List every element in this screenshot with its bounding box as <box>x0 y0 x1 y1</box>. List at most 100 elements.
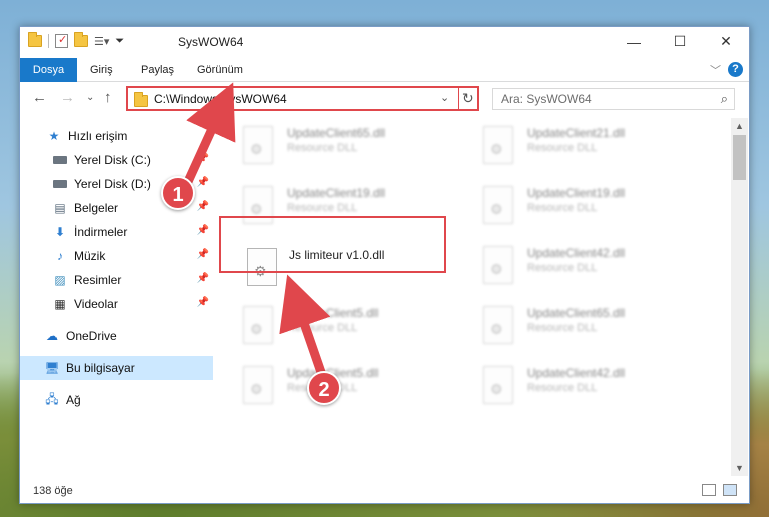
new-folder-icon[interactable] <box>74 32 88 47</box>
file-type: Resource DLL <box>527 382 598 394</box>
documents-icon: ▤ <box>54 201 66 215</box>
sidebar-item-label: Yerel Disk (C:) <box>74 153 151 167</box>
help-icon[interactable]: ? <box>728 62 743 77</box>
search-input[interactable]: Ara: SysWOW64 ⌕ <box>492 88 735 110</box>
star-icon: ★ <box>48 129 60 143</box>
dll-file-icon <box>243 126 273 164</box>
folder-icon[interactable] <box>28 32 42 47</box>
item-count: 138 öğe <box>33 485 73 497</box>
sidebar-item-pictures[interactable]: ▨ Resimler 📌 <box>20 268 213 292</box>
tab-view[interactable]: Görünüm <box>189 58 251 82</box>
file-tile[interactable]: UpdateClient19.dll Resource DLL <box>469 178 699 228</box>
pin-icon[interactable]: 📌 <box>197 273 209 284</box>
close-button[interactable]: ✕ <box>703 27 749 56</box>
file-tile[interactable]: UpdateClient21.dll Resource DLL <box>469 118 699 168</box>
chevron-down-icon[interactable]: ⌄ <box>440 91 449 104</box>
file-type: Resource DLL <box>527 262 598 274</box>
pin-icon[interactable]: 📌 <box>197 153 209 164</box>
properties-icon[interactable]: ✓ <box>55 34 68 48</box>
file-tile[interactable]: UpdateClient65.dll Resource DLL <box>229 118 459 168</box>
toolbar-divider <box>48 34 49 48</box>
file-name: UpdateClient42.dll <box>527 246 626 260</box>
pictures-icon: ▨ <box>54 273 66 287</box>
pin-icon[interactable]: 📌 <box>197 201 209 212</box>
address-bar[interactable]: C:\Windows\SysWOW64 ⌄ ↻ <box>126 86 479 111</box>
vertical-scrollbar[interactable]: ▲ ▼ <box>731 118 748 476</box>
sidebar-item-music[interactable]: ♪ Müzik 📌 <box>20 244 213 268</box>
file-name: Js limiteur v1.0.dll <box>289 248 385 262</box>
sidebar-item-label: Belgeler <box>74 201 119 215</box>
file-name: UpdateClient42.dll <box>527 366 626 380</box>
file-explorer-window: ✓ ☰▾ ⏷ SysWOW64 — ☐ ✕ Dosya Giriş Paylaş… <box>19 26 750 504</box>
file-tile[interactable]: UpdateClient5.dll Resource DLL <box>229 298 459 348</box>
sidebar-item-label: OneDrive <box>66 329 117 343</box>
file-tile[interactable]: UpdateClient5.dll Resource DLL <box>229 358 459 408</box>
file-tile[interactable]: UpdateClient42.dll Resource DLL <box>469 358 699 408</box>
sidebar-item-label: Müzik <box>74 249 106 263</box>
address-folder-icon <box>134 92 148 107</box>
back-arrow-icon[interactable]: ← <box>32 89 47 106</box>
search-icon[interactable]: ⌕ <box>721 91 728 107</box>
sidebar-item-label: İndirmeler <box>74 225 128 239</box>
quick-access-toolbar: ✓ ☰▾ ⏷ <box>28 32 124 48</box>
navigation-pane: ★ Hızlı erişim Yerel Disk (C:) 📌 Yerel D… <box>20 119 213 474</box>
file-tile[interactable]: UpdateClient42.dll Resource DLL <box>469 238 699 288</box>
file-name: UpdateClient5.dll <box>287 306 379 320</box>
file-tile-js-limiteur[interactable]: Js limiteur v1.0.dll <box>247 244 457 294</box>
dll-file-icon <box>243 366 273 404</box>
file-list: UpdateClient65.dll Resource DLL UpdateCl… <box>229 118 729 476</box>
sidebar-item-onedrive[interactable]: ☁ OneDrive <box>20 324 213 348</box>
expand-ribbon-icon[interactable]: ﹀ <box>710 62 721 78</box>
pin-icon[interactable]: 📌 <box>197 225 209 236</box>
network-icon: 🖧 <box>45 391 59 406</box>
title-bar: ✓ ☰▾ ⏷ SysWOW64 — ☐ ✕ <box>20 27 749 58</box>
sidebar-item-local-disk-c[interactable]: Yerel Disk (C:) 📌 <box>20 148 213 172</box>
computer-icon: 🖥 <box>44 361 60 375</box>
drive-icon <box>52 152 68 168</box>
music-icon: ♪ <box>57 249 63 263</box>
window-title: SysWOW64 <box>178 35 244 49</box>
videos-icon: ▦ <box>54 297 66 311</box>
tab-file[interactable]: Dosya <box>20 58 77 82</box>
sidebar-item-label: Yerel Disk (D:) <box>74 177 151 191</box>
dll-file-icon <box>243 186 273 224</box>
pin-icon[interactable]: 📌 <box>197 297 209 308</box>
sidebar-item-network[interactable]: 🖧 Ağ <box>20 388 213 412</box>
tab-home[interactable]: Giriş <box>82 58 121 82</box>
pin-icon[interactable]: 📌 <box>197 177 209 188</box>
refresh-icon[interactable]: ↻ <box>462 90 474 107</box>
dll-file-icon <box>483 246 513 284</box>
address-divider <box>458 88 459 109</box>
large-icons-view-icon[interactable] <box>723 484 737 496</box>
scrollbar-thumb[interactable] <box>733 135 746 180</box>
maximize-button[interactable]: ☐ <box>657 27 703 56</box>
scroll-down-icon[interactable]: ▼ <box>735 463 744 473</box>
dll-file-icon <box>243 306 273 344</box>
sidebar-item-quick-access[interactable]: ★ Hızlı erişim <box>20 124 213 148</box>
file-name: UpdateClient19.dll <box>287 186 386 200</box>
minimize-button[interactable]: — <box>611 27 657 56</box>
scroll-up-icon[interactable]: ▲ <box>735 121 744 131</box>
file-name: UpdateClient65.dll <box>527 306 626 320</box>
toolbar-dropdown-icon[interactable]: ⏷ <box>115 35 124 48</box>
tab-share[interactable]: Paylaş <box>133 58 182 82</box>
sidebar-item-videos[interactable]: ▦ Videolar 📌 <box>20 292 213 316</box>
sidebar-item-label: Hızlı erişim <box>68 129 128 143</box>
customize-toolbar-icon[interactable]: ☰▾ <box>94 35 109 48</box>
details-view-icon[interactable] <box>702 484 716 496</box>
address-path[interactable]: C:\Windows\SysWOW64 <box>154 92 287 106</box>
file-type: Resource DLL <box>527 142 598 154</box>
status-bar: 138 öğe <box>20 479 749 503</box>
recent-locations-icon[interactable]: ⌄ <box>86 92 94 103</box>
pin-icon[interactable]: 📌 <box>197 249 209 260</box>
file-tile[interactable]: UpdateClient65.dll Resource DLL <box>469 298 699 348</box>
sidebar-item-this-pc[interactable]: 🖥 Bu bilgisayar <box>20 356 213 380</box>
forward-arrow-icon[interactable]: → <box>60 89 75 106</box>
sidebar-item-downloads[interactable]: ⬇ İndirmeler 📌 <box>20 220 213 244</box>
file-tile[interactable]: UpdateClient19.dll Resource DLL <box>229 178 459 228</box>
file-type: Resource DLL <box>287 142 358 154</box>
file-type: Resource DLL <box>287 322 358 334</box>
step-1-badge: 1 <box>161 176 195 210</box>
up-arrow-icon[interactable]: ↑ <box>104 89 112 106</box>
file-name: UpdateClient19.dll <box>527 186 626 200</box>
